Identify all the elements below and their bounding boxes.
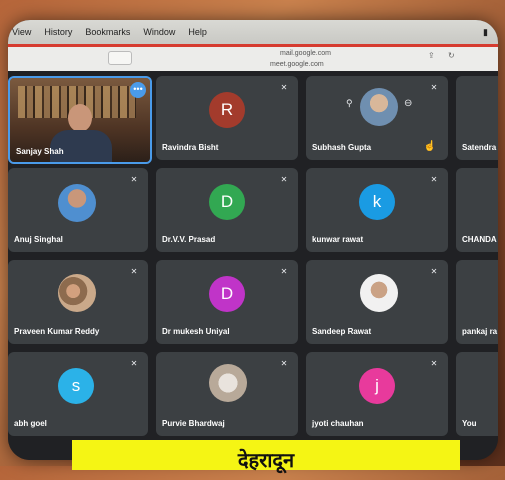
cursor-icon: ☝ [423, 141, 436, 152]
avatar-photo [209, 364, 247, 402]
menu-window[interactable]: Window [143, 27, 175, 37]
participant-name: Satendra [462, 143, 497, 152]
participant-name: Anuj Singhal [14, 235, 63, 244]
browser-menubar: View History Bookmarks Window Help ▮ [8, 20, 498, 44]
url-mail[interactable]: mail.google.com [280, 50, 331, 57]
tile-pankaj[interactable]: pankaj ra [456, 260, 498, 344]
tile-kunwar-rawat[interactable]: k ✕ kunwar rawat [306, 168, 448, 252]
mic-off-icon: ✕ [430, 175, 438, 184]
avatar-initial: D [209, 184, 245, 220]
tile-praveen-kumar-reddy[interactable]: ✕ Praveen Kumar Reddy [8, 260, 148, 344]
pin-icon[interactable]: ⚲ [346, 98, 353, 109]
tile-subhash-gupta[interactable]: ⚲ ⊖ ✕ Subhash Gupta ☝ [306, 76, 448, 160]
address-bar: mail.google.com meet.google.com ⇪ ↻ [8, 47, 498, 71]
tile-abh-goel[interactable]: s ✕ abh goel [8, 352, 148, 436]
mic-off-icon: ✕ [430, 359, 438, 368]
mic-off-icon: ✕ [430, 83, 438, 92]
tile-vv-prasad[interactable]: D ✕ Dr.V.V. Prasad [156, 168, 298, 252]
participant-name: jyoti chauhan [312, 419, 364, 428]
tile-mukesh-uniyal[interactable]: D ✕ Dr mukesh Uniyal [156, 260, 298, 344]
participant-name: kunwar rawat [312, 235, 364, 244]
mic-off-icon: ✕ [280, 175, 288, 184]
avatar-initial: k [359, 184, 395, 220]
participant-name: pankaj ra [462, 327, 498, 336]
remove-icon[interactable]: ⊖ [404, 98, 412, 109]
participant-name: Purvie Bhardwaj [162, 419, 225, 428]
tile-jyoti-chauhan[interactable]: j ✕ jyoti chauhan [306, 352, 448, 436]
sidebar-toggle-button[interactable] [108, 51, 132, 65]
participant-name: Sandeep Rawat [312, 327, 372, 336]
tile-you[interactable]: You [456, 352, 498, 436]
menu-help[interactable]: Help [188, 27, 207, 37]
tile-sandeep-rawat[interactable]: ✕ Sandeep Rawat [306, 260, 448, 344]
menu-history[interactable]: History [44, 27, 72, 37]
mic-off-icon: ✕ [130, 267, 138, 276]
avatar-photo [58, 184, 96, 222]
participant-name: Sanjay Shah [16, 147, 64, 156]
avatar-photo [360, 274, 398, 312]
participant-name: Dr mukesh Uniyal [162, 327, 230, 336]
mic-off-icon: ✕ [130, 175, 138, 184]
tile-purvie-bhardwaj[interactable]: ✕ Purvie Bhardwaj [156, 352, 298, 436]
avatar-initial: j [359, 368, 395, 404]
tile-anuj-singhal[interactable]: ✕ Anuj Singhal [8, 168, 148, 252]
mic-off-icon: ✕ [130, 359, 138, 368]
participant-name: Dr.V.V. Prasad [162, 235, 216, 244]
participant-name: Ravindra Bisht [162, 143, 219, 152]
mic-off-icon: ✕ [430, 267, 438, 276]
more-options-icon[interactable]: ••• [130, 82, 146, 98]
avatar-photo [360, 88, 398, 126]
participant-name: You [462, 419, 477, 428]
participant-name: abh goel [14, 419, 47, 428]
tile-satendra[interactable]: Satendra [456, 76, 498, 160]
avatar-photo [58, 274, 96, 312]
url-meet[interactable]: meet.google.com [270, 61, 324, 68]
tile-chanda[interactable]: CHANDA [456, 168, 498, 252]
reload-icon[interactable]: ↻ [448, 51, 455, 60]
battery-icon: ▮ [483, 26, 488, 37]
person-head [68, 104, 92, 132]
mic-off-icon: ✕ [280, 267, 288, 276]
tile-ravindra-bisht[interactable]: R ✕ Ravindra Bisht [156, 76, 298, 160]
meet-window: View History Bookmarks Window Help ▮ mai… [8, 20, 498, 460]
participant-name: Praveen Kumar Reddy [14, 327, 100, 336]
share-icon[interactable]: ⇪ [428, 51, 435, 60]
participant-name: Subhash Gupta [312, 143, 372, 152]
mic-off-icon: ✕ [280, 83, 288, 92]
participant-name: CHANDA [462, 235, 497, 244]
avatar-initial: D [209, 276, 245, 312]
participant-grid: Sanjay Shah ••• R ✕ Ravindra Bisht ⚲ ⊖ ✕… [8, 74, 498, 460]
tile-sanjay-shah[interactable]: Sanjay Shah ••• [8, 76, 152, 164]
avatar-initial: s [58, 368, 94, 404]
avatar-initial: R [209, 92, 245, 128]
menu-view[interactable]: View [12, 27, 31, 37]
menu-bookmarks[interactable]: Bookmarks [85, 27, 130, 37]
mic-off-icon: ✕ [280, 359, 288, 368]
